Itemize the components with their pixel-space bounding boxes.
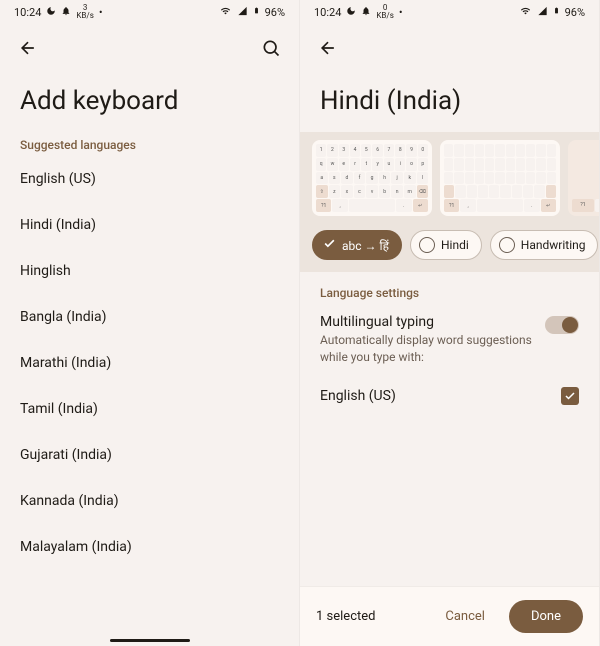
layout-chip-hindi[interactable]: Hindi (410, 230, 482, 260)
chip-label: Hindi (441, 238, 469, 252)
multilingual-toggle[interactable] (545, 316, 579, 334)
nav-handle[interactable] (110, 639, 190, 642)
network-speed: 0 KB/s (376, 4, 393, 20)
dot-icon: • (99, 6, 103, 19)
keyboard-preview[interactable]: ?1,.↵ (440, 140, 560, 216)
moon-icon (46, 6, 56, 19)
status-bar: 10:24 0 KB/s • 96% (300, 0, 599, 24)
radio-icon (419, 237, 435, 253)
network-speed: 3 KB/s (76, 4, 93, 20)
keyboard-preview[interactable]: ?1↵ (568, 140, 599, 216)
selected-count: 1 selected (316, 609, 375, 624)
signal-icon (537, 6, 548, 19)
section-suggested: Suggested languages (0, 132, 299, 156)
language-item[interactable]: Gujarati (India) (0, 432, 299, 478)
chip-label: Handwriting (521, 238, 586, 252)
language-item[interactable]: Bangla (India) (0, 294, 299, 340)
battery-percent: 96% (265, 6, 285, 19)
chip-label: abc → हिं (342, 237, 389, 254)
dot-icon: • (399, 6, 403, 19)
wifi-icon (219, 6, 232, 19)
section-language-settings: Language settings (300, 272, 599, 304)
header (0, 24, 299, 68)
layout-chip-handwriting[interactable]: Handwriting (490, 230, 599, 260)
keyboard-previews: 1234567890 qwertyuiop asdfghjkl ⇧zxcvbnm… (300, 132, 599, 222)
cancel-button[interactable]: Cancel (431, 601, 499, 632)
bottom-bar: 1 selected Cancel Done (300, 586, 599, 646)
language-item[interactable]: English (US) (0, 156, 299, 202)
status-time: 10:24 (314, 6, 341, 19)
bell-icon (61, 6, 71, 19)
back-button[interactable] (16, 36, 40, 60)
battery-icon (253, 5, 260, 19)
language-checkbox-item[interactable]: English (US) (300, 372, 599, 420)
language-item[interactable]: Marathi (India) (0, 340, 299, 386)
done-button[interactable]: Done (509, 600, 583, 633)
multilingual-title: Multilingual typing (320, 314, 533, 330)
screen-hindi-layout: 10:24 0 KB/s • 96% (300, 0, 600, 646)
language-item[interactable]: Hinglish (0, 248, 299, 294)
language-item[interactable]: Malayalam (India) (0, 524, 299, 570)
header (300, 24, 599, 68)
layout-chips: abc → हिं Hindi Handwriting (300, 222, 599, 272)
moon-icon (346, 6, 356, 19)
status-time: 10:24 (14, 6, 41, 19)
checkbox-icon (561, 387, 579, 405)
language-item[interactable]: Hindi (India) (0, 202, 299, 248)
bell-icon (361, 6, 371, 19)
search-button[interactable] (259, 36, 283, 60)
page-title: Hindi (India) (300, 68, 599, 132)
language-item[interactable]: Kannada (India) (0, 478, 299, 524)
battery-icon (553, 5, 560, 19)
screen-add-keyboard: 10:24 3 KB/s • 96% (0, 0, 300, 646)
status-bar: 10:24 3 KB/s • 96% (0, 0, 299, 24)
language-label: English (US) (320, 388, 396, 404)
back-button[interactable] (316, 36, 340, 60)
keyboard-preview[interactable]: 1234567890 qwertyuiop asdfghjkl ⇧zxcvbnm… (312, 140, 432, 216)
multilingual-subtitle: Automatically display word suggestions w… (320, 332, 533, 366)
battery-percent: 96% (565, 6, 585, 19)
radio-icon (499, 237, 515, 253)
signal-icon (237, 6, 248, 19)
check-icon (323, 237, 336, 253)
language-item[interactable]: Tamil (India) (0, 386, 299, 432)
wifi-icon (519, 6, 532, 19)
page-title: Add keyboard (0, 68, 299, 132)
layout-chip-abc[interactable]: abc → हिं (312, 230, 402, 260)
